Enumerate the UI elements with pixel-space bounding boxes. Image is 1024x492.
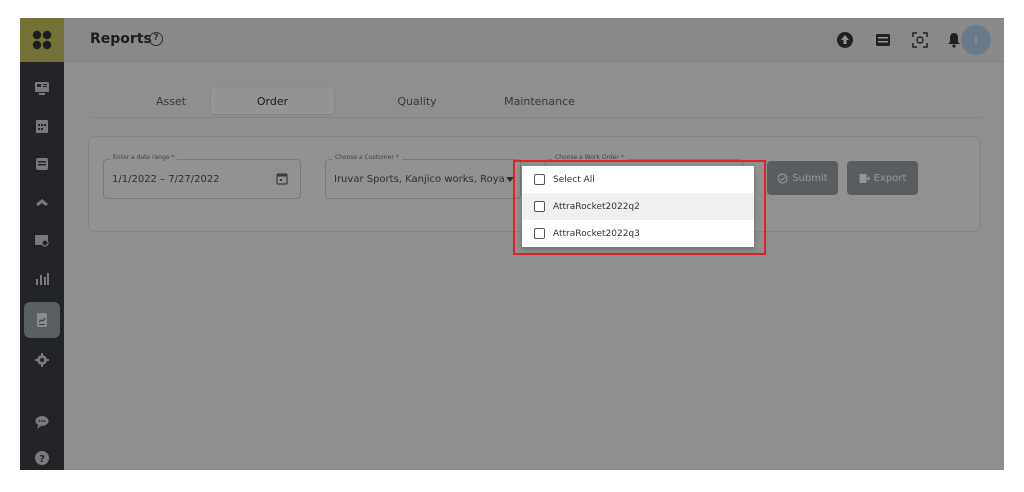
app-window: ? Reports ? I Asset Order Quality Mainte… bbox=[20, 18, 1004, 470]
option-label: Select All bbox=[553, 174, 595, 185]
backdrop-overlay[interactable] bbox=[20, 18, 1004, 470]
checkbox[interactable] bbox=[534, 174, 545, 185]
option-attrarocket2022q2[interactable]: AttraRocket2022q2 bbox=[522, 193, 754, 220]
option-attrarocket2022q3[interactable]: AttraRocket2022q3 bbox=[522, 220, 754, 247]
option-select-all[interactable]: Select All bbox=[522, 166, 754, 193]
option-label: AttraRocket2022q3 bbox=[553, 228, 640, 239]
work-order-dropdown: Select All AttraRocket2022q2 AttraRocket… bbox=[522, 166, 754, 247]
checkbox[interactable] bbox=[534, 201, 545, 212]
option-label: AttraRocket2022q2 bbox=[553, 201, 640, 212]
checkbox[interactable] bbox=[534, 228, 545, 239]
